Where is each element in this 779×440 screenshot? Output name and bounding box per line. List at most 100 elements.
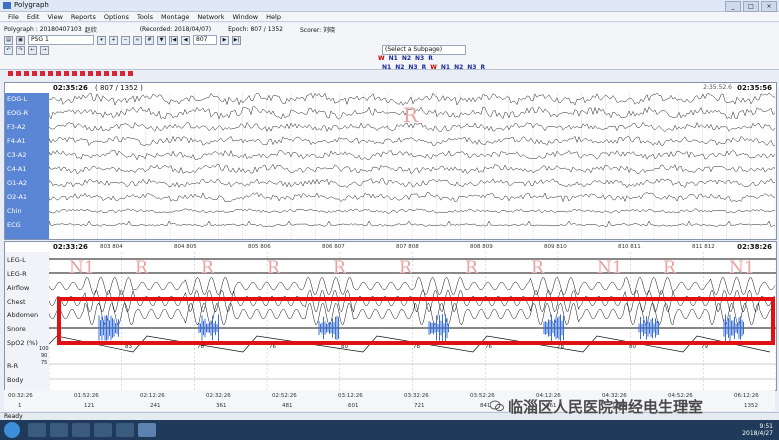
event-flag-icon[interactable] [8, 71, 13, 76]
menu-reports[interactable]: Reports [71, 12, 96, 21]
channel-label[interactable]: ECG [7, 221, 21, 229]
start-button[interactable] [4, 422, 20, 438]
event-flag-icon[interactable] [48, 71, 53, 76]
marker-icon[interactable]: ▼ [157, 35, 166, 45]
menu-options[interactable]: Options [104, 12, 129, 21]
event-flag-icon[interactable] [112, 71, 117, 76]
channel-label[interactable]: Abdomen [7, 311, 38, 319]
stage-btn[interactable]: N2 [454, 64, 463, 71]
event-flag-icon[interactable] [104, 71, 109, 76]
save-icon[interactable]: ▣ [16, 35, 25, 45]
menu-network[interactable]: Network [197, 12, 224, 21]
channel-label[interactable]: C4-A1 [7, 165, 26, 173]
channel-label[interactable]: Snore [7, 325, 26, 333]
event-flag-icon[interactable] [88, 71, 93, 76]
filter-icon[interactable]: ≈ [133, 35, 142, 45]
channel-label[interactable]: Chin [7, 207, 22, 215]
open-icon[interactable]: ▤ [4, 35, 13, 45]
menu-montage[interactable]: Montage [161, 12, 189, 21]
stage-btn[interactable]: W [430, 64, 437, 71]
event-flag-icon[interactable] [40, 71, 45, 76]
event-flag-icon[interactable] [24, 71, 29, 76]
stage-btn[interactable]: N2 [395, 64, 404, 71]
arrow-left-icon[interactable]: ← [28, 45, 37, 55]
channel-label[interactable]: LEG-R [7, 270, 27, 278]
event-flag-icon[interactable] [56, 71, 61, 76]
timeline-time-label: 02:12:26 [140, 393, 165, 399]
channel-label[interactable]: O1-A2 [7, 179, 27, 187]
menu-view[interactable]: View [47, 12, 62, 21]
taskbar-app[interactable] [116, 423, 134, 437]
zoom-out-icon[interactable]: − [121, 35, 130, 45]
montage-select[interactable]: PSG 1 [28, 35, 94, 45]
channel-label[interactable]: EOG-R [7, 109, 28, 117]
stage-n1-button[interactable]: N1 [389, 55, 398, 62]
event-flag-icon[interactable] [128, 71, 133, 76]
epoch-end-time: 02:35:56 [737, 84, 772, 92]
chevron-down-icon[interactable]: ▾ [97, 35, 106, 45]
system-clock[interactable]: 9:51 2018/4/27 [742, 423, 773, 437]
channel-label[interactable]: F4-A1 [7, 137, 26, 145]
channel-label[interactable]: O2-A1 [7, 193, 27, 201]
maximize-button[interactable]: □ [743, 1, 759, 12]
close-button[interactable]: × [761, 1, 777, 12]
prev-epoch-icon[interactable]: ◀ [181, 35, 190, 45]
menu-window[interactable]: Window [232, 12, 258, 21]
stage-n2-button[interactable]: N2 [402, 55, 411, 62]
scoring-select[interactable]: (Select a Subpage) [382, 45, 466, 55]
stage-btn[interactable]: R [422, 64, 427, 71]
arrow-right-icon[interactable]: → [40, 45, 49, 55]
respiratory-panel[interactable]: 02:33:26 02:38:26 803 804 804 805 805 806 8… [4, 241, 777, 391]
channel-label[interactable]: LEG-L [7, 256, 26, 264]
taskbar-app[interactable] [94, 423, 112, 437]
event-flag-icon[interactable] [64, 71, 69, 76]
epoch-input[interactable]: 807 [193, 35, 217, 45]
channel-label[interactable]: EOG-L [7, 95, 27, 103]
undo-icon[interactable]: ↶ [4, 45, 13, 55]
event-flag-icon[interactable] [120, 71, 125, 76]
next-epoch-icon[interactable]: ▶ [220, 35, 229, 45]
timeline-epoch-label: 1 [18, 403, 22, 409]
epoch-tick-label: 805 806 [248, 244, 271, 250]
first-epoch-icon[interactable]: |◀ [169, 35, 178, 45]
channel-label[interactable]: F3-A2 [7, 123, 26, 131]
menu-tools[interactable]: Tools [137, 12, 153, 21]
event-flag-icon[interactable] [96, 71, 101, 76]
channel-label[interactable]: Chest [7, 298, 26, 306]
taskbar-app[interactable] [50, 423, 68, 437]
menu-help[interactable]: Help [266, 12, 281, 21]
toolbar: Polygraph : 20180407103 赵欣 (Recorded: 20… [0, 23, 779, 70]
epoch-tick-label: 804 805 [174, 244, 197, 250]
stage-btn[interactable]: N3 [408, 64, 417, 71]
channel-label[interactable]: C3-A2 [7, 151, 26, 159]
event-flag-icon[interactable] [80, 71, 85, 76]
menu-edit[interactable]: Edit [27, 12, 40, 21]
stage-btn[interactable]: N1 [382, 64, 391, 71]
stage-btn[interactable]: N3 [467, 64, 476, 71]
taskbar-app[interactable] [28, 423, 46, 437]
grid-icon[interactable]: # [145, 35, 154, 45]
zoom-in-icon[interactable]: + [109, 35, 118, 45]
channel-label[interactable]: Body [7, 376, 23, 384]
stage-n3-button[interactable]: N3 [415, 55, 424, 62]
stage-btn[interactable]: N1 [441, 64, 450, 71]
file-tab[interactable]: Polygraph : 20180407103 [4, 26, 82, 33]
channel-label[interactable]: R-R [7, 362, 18, 370]
channel-label[interactable]: SpO2 (%) [7, 339, 38, 347]
timeline-time-label: 03:12:26 [338, 393, 363, 399]
stage-r-button[interactable]: R [428, 55, 433, 62]
last-epoch-icon[interactable]: ▶| [232, 35, 241, 45]
event-flag-icon[interactable] [72, 71, 77, 76]
taskbar-app[interactable] [72, 423, 90, 437]
eeg-epoch-panel[interactable]: 02:35:26 ( 807 / 1352 ) 2:35:52.6 02:35:… [4, 82, 777, 240]
menu-file[interactable]: File [8, 12, 19, 21]
channel-label[interactable]: Airflow [7, 284, 29, 292]
taskbar-app-active[interactable] [138, 423, 156, 437]
timeline-epoch-label: 841 [480, 403, 491, 409]
minimize-button[interactable]: _ [725, 1, 741, 12]
stage-btn[interactable]: R [480, 64, 485, 71]
stage-w-button[interactable]: W [378, 55, 385, 62]
redo-icon[interactable]: ↷ [16, 45, 25, 55]
event-flag-icon[interactable] [16, 71, 21, 76]
event-flag-icon[interactable] [32, 71, 37, 76]
